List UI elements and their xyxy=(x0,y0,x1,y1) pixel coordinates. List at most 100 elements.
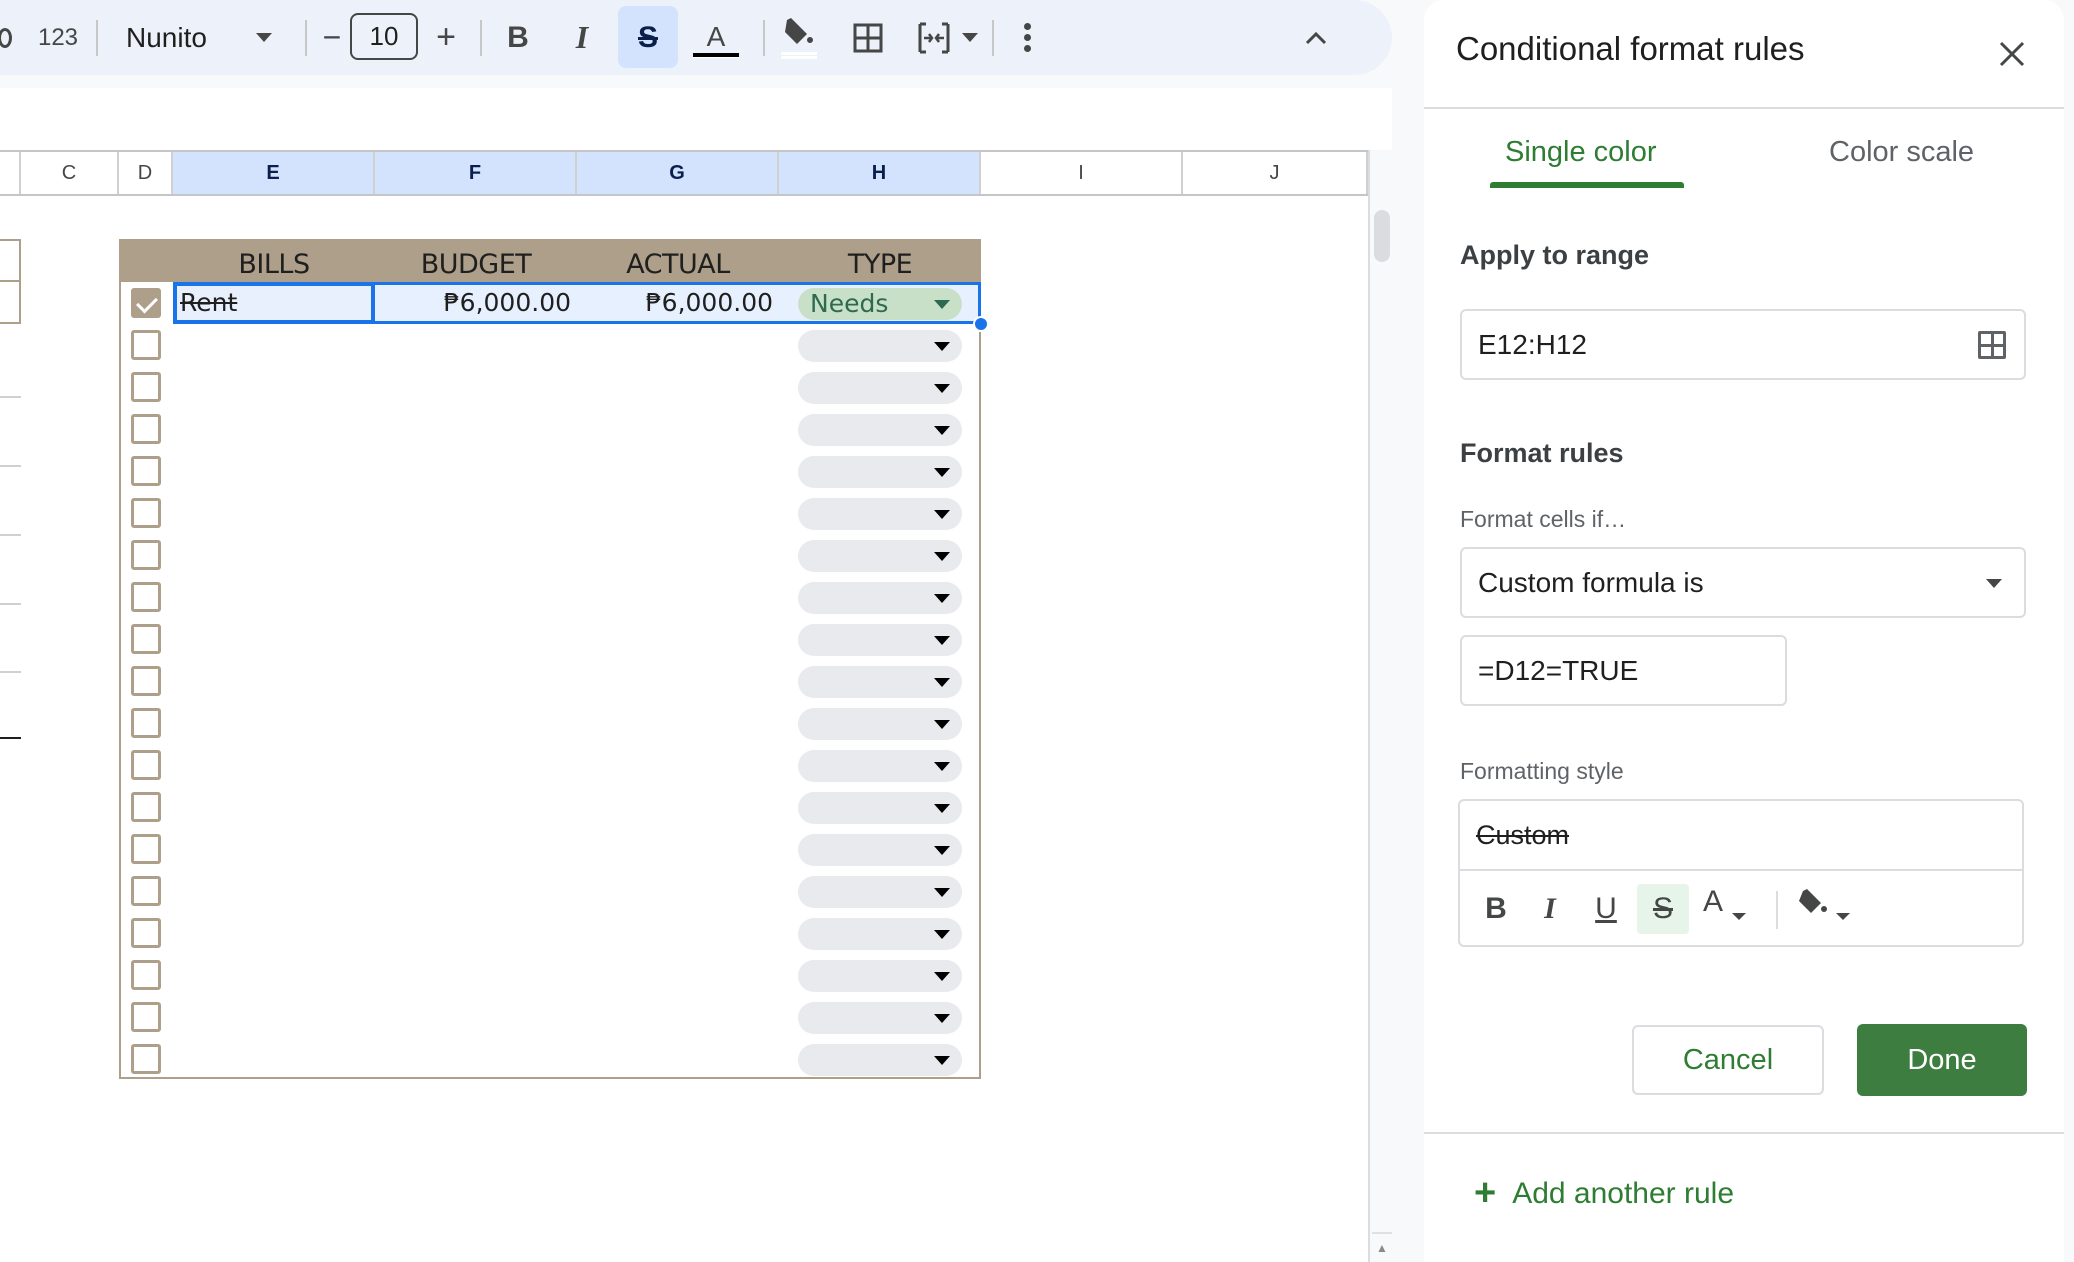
formula-input[interactable]: =D12=TRUE xyxy=(1460,635,1787,706)
table-row xyxy=(121,1038,979,1080)
style-strikethrough-button[interactable]: S xyxy=(1637,884,1689,934)
fill-color-button[interactable] xyxy=(775,0,823,75)
number-format-button[interactable]: 123 xyxy=(28,0,88,75)
text-color-caret-icon[interactable] xyxy=(1732,913,1746,920)
add-another-rule-button[interactable]: + Add another rule xyxy=(1474,1172,1734,1215)
select-range-icon[interactable] xyxy=(1978,331,2006,359)
paint-bucket-icon xyxy=(1799,889,1827,913)
row-checkbox[interactable] xyxy=(131,918,161,948)
header-type[interactable]: TYPE xyxy=(779,239,981,282)
row-checkbox[interactable] xyxy=(131,288,161,318)
type-dropdown-chip[interactable] xyxy=(798,624,962,656)
column-header-e[interactable]: E xyxy=(173,152,375,194)
cancel-button[interactable]: Cancel xyxy=(1632,1025,1824,1095)
type-dropdown-chip[interactable] xyxy=(798,540,962,572)
column-header-partial[interactable] xyxy=(0,152,21,194)
bill-name-cell[interactable]: Rent xyxy=(180,282,237,324)
zoom-partial-icon[interactable] xyxy=(0,0,16,75)
type-dropdown-chip[interactable] xyxy=(798,1002,962,1034)
type-dropdown-chip[interactable]: Needs xyxy=(798,288,962,320)
done-button[interactable]: Done xyxy=(1857,1024,2027,1096)
tab-color-scale[interactable]: Color scale xyxy=(1829,136,1974,169)
font-size-input[interactable]: 10 xyxy=(350,13,418,60)
style-fill-color-button[interactable] xyxy=(1792,879,1832,929)
style-text-color-button[interactable]: A xyxy=(1696,877,1730,927)
type-dropdown-chip[interactable] xyxy=(798,792,962,824)
row-checkbox[interactable] xyxy=(131,834,161,864)
type-dropdown-chip[interactable] xyxy=(798,876,962,908)
column-header-d[interactable]: D xyxy=(119,152,173,194)
row-checkbox[interactable] xyxy=(131,666,161,696)
decrease-font-size-button[interactable]: − xyxy=(312,0,352,75)
row-checkbox[interactable] xyxy=(131,750,161,780)
scroll-up-button[interactable]: ▲ xyxy=(1372,1232,1392,1262)
merge-caret-icon[interactable] xyxy=(958,0,982,75)
style-bold-button[interactable]: B xyxy=(1474,884,1518,934)
formatting-toolbar: 123 Nunito − 10 + B I S A xyxy=(0,0,1392,75)
condition-select[interactable]: Custom formula is xyxy=(1460,547,2026,618)
style-preview[interactable]: Custom xyxy=(1476,801,1569,869)
row-checkbox[interactable] xyxy=(131,456,161,486)
more-options-button[interactable] xyxy=(1012,0,1042,75)
bold-button[interactable]: B xyxy=(498,0,538,75)
header-bills[interactable]: BILLS xyxy=(173,239,375,282)
row-checkbox[interactable] xyxy=(131,330,161,360)
close-panel-button[interactable] xyxy=(1992,34,2032,74)
column-header-f[interactable]: F xyxy=(375,152,577,194)
type-dropdown-chip[interactable] xyxy=(798,708,962,740)
column-header-h[interactable]: H xyxy=(779,152,981,194)
actual-cell[interactable]: ₱6,000.00 xyxy=(577,282,773,324)
fill-color-caret-icon[interactable] xyxy=(1836,913,1850,920)
chip-caret-icon xyxy=(934,552,950,561)
type-dropdown-chip[interactable] xyxy=(798,960,962,992)
partial-cell[interactable] xyxy=(0,239,21,282)
row-checkbox[interactable] xyxy=(131,1044,161,1074)
italic-button[interactable]: I xyxy=(562,0,602,75)
row-checkbox[interactable] xyxy=(131,414,161,444)
type-dropdown-chip[interactable] xyxy=(798,918,962,950)
type-dropdown-chip[interactable] xyxy=(798,456,962,488)
column-header-i[interactable]: I xyxy=(981,152,1183,194)
row-checkbox[interactable] xyxy=(131,582,161,612)
partial-cell[interactable] xyxy=(0,280,21,324)
type-dropdown-chip[interactable] xyxy=(798,666,962,698)
type-dropdown-chip[interactable] xyxy=(798,372,962,404)
collapse-toolbar-button[interactable] xyxy=(1296,0,1336,75)
type-dropdown-chip[interactable] xyxy=(798,498,962,530)
type-dropdown-chip[interactable] xyxy=(798,750,962,782)
scrollbar-thumb[interactable] xyxy=(1374,210,1390,262)
header-budget[interactable]: BUDGET xyxy=(375,239,577,282)
row-checkbox[interactable] xyxy=(131,792,161,822)
range-input[interactable]: E12:H12 xyxy=(1460,309,2026,380)
tab-single-color[interactable]: Single color xyxy=(1505,136,1657,169)
row-checkbox[interactable] xyxy=(131,876,161,906)
style-underline-button[interactable]: U xyxy=(1584,884,1628,934)
type-dropdown-chip[interactable] xyxy=(798,1044,962,1076)
row-checkbox[interactable] xyxy=(131,708,161,738)
vertical-scrollbar[interactable]: ▲ xyxy=(1368,150,1392,1262)
row-checkbox[interactable] xyxy=(131,1002,161,1032)
strikethrough-button[interactable]: S xyxy=(628,0,668,75)
style-italic-button[interactable]: I xyxy=(1528,884,1572,934)
type-dropdown-chip[interactable] xyxy=(798,330,962,362)
borders-button[interactable] xyxy=(846,0,890,75)
type-dropdown-chip[interactable] xyxy=(798,582,962,614)
column-header-g[interactable]: G xyxy=(577,152,779,194)
text-color-button[interactable]: A xyxy=(692,0,740,75)
type-dropdown-chip[interactable] xyxy=(798,414,962,446)
merge-cells-button[interactable] xyxy=(912,0,956,75)
header-actual[interactable]: ACTUAL xyxy=(577,239,779,282)
row-checkbox[interactable] xyxy=(131,960,161,990)
row-checkbox[interactable] xyxy=(131,540,161,570)
budget-cell[interactable]: ₱6,000.00 xyxy=(375,282,571,324)
column-header-c[interactable]: C xyxy=(21,152,119,194)
row-checkbox[interactable] xyxy=(131,372,161,402)
font-family-caret-icon[interactable] xyxy=(252,0,276,75)
row-checkbox[interactable] xyxy=(131,498,161,528)
increase-font-size-button[interactable]: + xyxy=(426,0,466,75)
column-header-j[interactable]: J xyxy=(1183,152,1368,194)
row-checkbox[interactable] xyxy=(131,624,161,654)
table-row xyxy=(121,660,979,702)
format-cells-if-label: Format cells if… xyxy=(1460,506,1627,532)
type-dropdown-chip[interactable] xyxy=(798,834,962,866)
